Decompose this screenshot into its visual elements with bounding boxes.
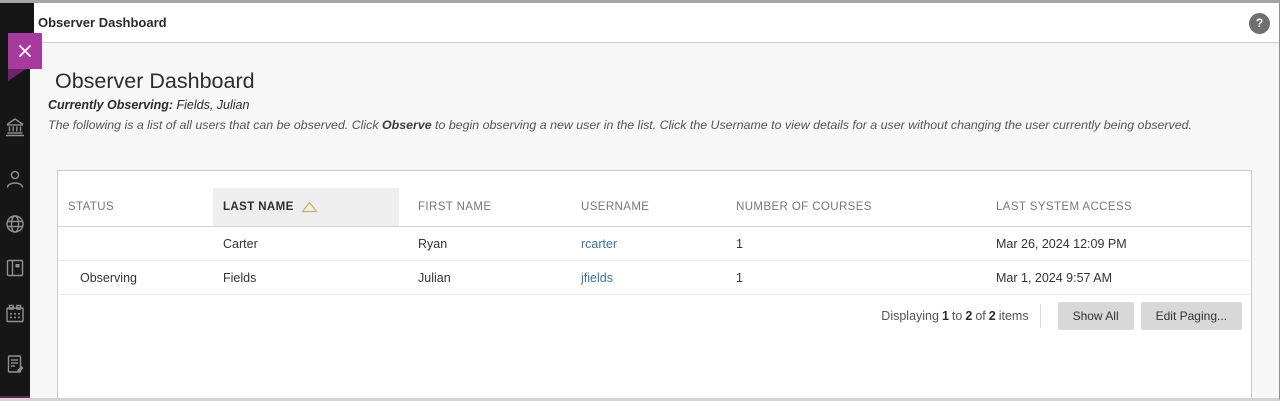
cell-number-of-courses: 1	[726, 237, 986, 251]
cell-first-name: Julian	[408, 271, 571, 285]
top-header-bar: Observer Dashboard ?	[34, 3, 1279, 43]
page-description: The following is a list of all users tha…	[48, 118, 1192, 132]
total-items-number: 2	[989, 309, 996, 323]
column-header-last-system-access[interactable]: LAST SYSTEM ACCESS	[986, 188, 1251, 226]
cell-last-system-access: Mar 1, 2024 9:57 AM	[986, 271, 1251, 285]
page-from-number: 1	[942, 309, 949, 323]
cell-last-name: Carter	[213, 237, 408, 251]
show-all-button[interactable]: Show All	[1058, 302, 1134, 330]
institution-icon[interactable]	[3, 115, 27, 139]
close-icon	[17, 43, 33, 59]
grades-icon[interactable]	[3, 352, 27, 376]
table-row: Carter Ryan rcarter 1 Mar 26, 2024 12:09…	[58, 227, 1251, 261]
sort-ascending-icon	[301, 201, 318, 213]
profile-icon[interactable]	[3, 167, 27, 191]
sidebar-bottom-accent	[0, 396, 30, 401]
page-title: Observer Dashboard	[55, 69, 255, 94]
column-header-status[interactable]: STATUS	[58, 188, 213, 226]
pagination-divider	[1040, 304, 1041, 328]
cell-last-system-access: Mar 26, 2024 12:09 PM	[986, 237, 1251, 251]
courses-icon[interactable]	[3, 256, 27, 280]
pagination-bar: Displaying1to2of2items Show All Edit Pag…	[58, 295, 1251, 336]
cell-number-of-courses: 1	[726, 271, 986, 285]
page-to-number: 2	[965, 309, 972, 323]
edit-paging-button[interactable]: Edit Paging...	[1141, 302, 1242, 330]
username-link[interactable]: jfields	[581, 271, 613, 285]
displaying-count-text: Displaying1to2of2items	[881, 309, 1031, 323]
table-header-row: STATUS LAST NAME FIRST NAME USERNAME NUM…	[58, 188, 1251, 227]
close-ribbon-fold	[8, 69, 26, 81]
cell-last-name: Fields	[213, 271, 408, 285]
column-header-last-name-sorted[interactable]: LAST NAME	[213, 188, 399, 226]
observer-dashboard-screen: Observer Dashboard ?	[0, 0, 1280, 401]
window-title: Observer Dashboard	[38, 3, 167, 43]
column-header-username[interactable]: USERNAME	[571, 188, 726, 226]
username-link[interactable]: rcarter	[581, 237, 617, 251]
cell-status: Observing	[58, 271, 213, 285]
currently-observing-label: Currently Observing:	[48, 98, 173, 112]
cell-first-name: Ryan	[408, 237, 571, 251]
help-icon[interactable]: ?	[1249, 13, 1270, 34]
table-row: Observing Fields Julian jfields 1 Mar 1,…	[58, 261, 1251, 295]
calendar-icon[interactable]	[3, 302, 27, 326]
close-panel-button[interactable]	[8, 33, 42, 69]
observer-table-panel: STATUS LAST NAME FIRST NAME USERNAME NUM…	[57, 170, 1252, 401]
globe-icon[interactable]	[3, 212, 27, 236]
column-header-number-of-courses[interactable]: NUMBER OF COURSES	[726, 188, 986, 226]
column-header-first-name[interactable]: FIRST NAME	[408, 188, 571, 226]
currently-observing: Currently Observing: Fields, Julian	[48, 98, 249, 112]
currently-observing-value: Fields, Julian	[177, 98, 250, 112]
